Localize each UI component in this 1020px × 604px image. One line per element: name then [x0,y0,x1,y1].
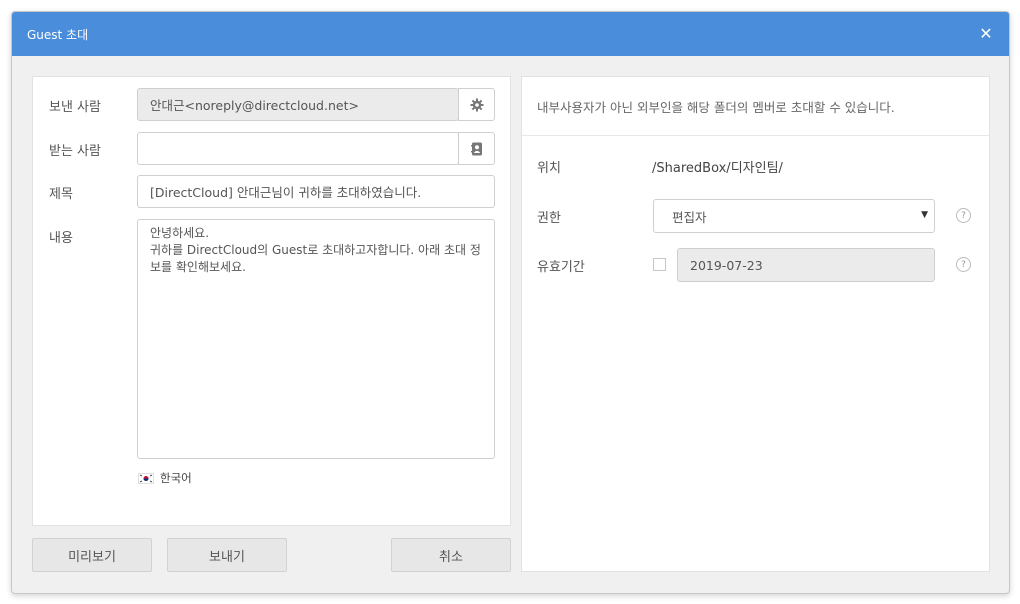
permission-value: 편집자 [672,209,707,225]
preview-button[interactable]: 미리보기 [32,538,152,572]
expiry-checkbox[interactable] [653,258,666,271]
sender-field: 안대근<noreply@directcloud.net> [137,88,459,121]
address-book-icon [470,142,482,155]
guest-invite-dialog: Guest 초대 ✕ 보낸 사람 안대근<noreply@directcloud… [11,11,1010,594]
language-label: 한국어 [160,471,192,485]
subject-label: 제목 [49,187,73,202]
dropdown-arrow-icon: ▼ [921,210,928,220]
content-label: 내용 [49,231,73,246]
permission-help-icon[interactable]: ? [956,208,971,223]
invite-description: 내부사용자가 아닌 외부인을 해당 폴더의 멤버로 초대할 수 있습니다. [537,100,895,115]
recipient-label: 받는 사람 [49,144,101,159]
korea-flag-icon [138,472,154,484]
address-book-button[interactable] [458,132,495,165]
dialog-titlebar: Guest 초대 ✕ [12,12,1009,56]
expiry-label: 유효기간 [537,260,585,275]
location-label: 위치 [537,161,561,176]
sender-settings-button[interactable] [458,88,495,121]
sender-label: 보낸 사람 [49,100,101,115]
content-textarea[interactable]: 안녕하세요. 귀하를 DirectCloud의 Guest로 초대하고자합니다.… [137,219,495,459]
recipient-input[interactable] [137,132,459,165]
permission-label: 권한 [537,211,561,226]
location-value: /SharedBox/디자인팀/ [652,161,783,176]
cancel-button[interactable]: 취소 [391,538,511,572]
expiry-help-icon[interactable]: ? [956,257,971,272]
gear-icon [470,98,483,111]
subject-input[interactable]: [DirectCloud] 안대근님이 귀하를 초대하였습니다. [137,175,495,208]
permission-select[interactable]: 편집자 ▼ [653,199,935,233]
message-form-panel: 보낸 사람 안대근<noreply@directcloud.net> 받는 사람 [32,76,511,526]
dialog-title: Guest 초대 [27,28,89,42]
expiry-date-field: 2019-07-23 [677,248,935,282]
language-selector[interactable]: 한국어 [138,470,192,486]
divider [522,135,989,136]
invite-info-panel: 내부사용자가 아닌 외부인을 해당 폴더의 멤버로 초대할 수 있습니다. 위치… [521,76,990,572]
send-button[interactable]: 보내기 [167,538,287,572]
close-icon[interactable]: ✕ [977,25,995,43]
